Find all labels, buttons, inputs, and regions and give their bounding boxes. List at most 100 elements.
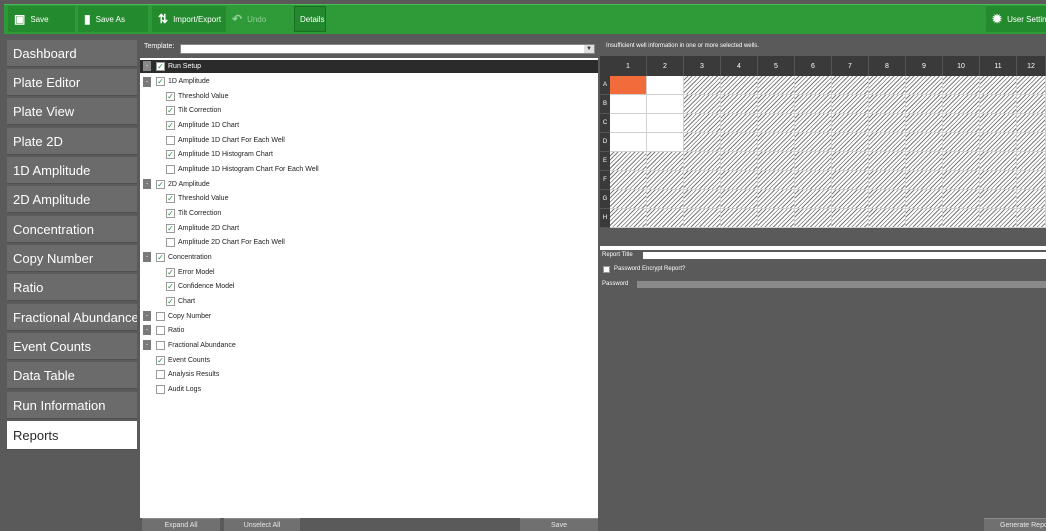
- plate-well[interactable]: [758, 114, 795, 133]
- plate-well[interactable]: [943, 152, 980, 171]
- plate-well[interactable]: [869, 171, 906, 190]
- plate-well[interactable]: [795, 76, 832, 95]
- plate-well[interactable]: [943, 76, 980, 95]
- checkbox-unchecked[interactable]: [156, 326, 165, 335]
- checkbox-checked[interactable]: ✓: [166, 150, 175, 159]
- plate-well[interactable]: [684, 114, 721, 133]
- checkbox-checked[interactable]: ✓: [156, 62, 165, 71]
- plate-well[interactable]: [906, 76, 943, 95]
- plate-well[interactable]: [832, 209, 869, 228]
- plate-well[interactable]: [906, 152, 943, 171]
- plate-well[interactable]: [795, 190, 832, 209]
- plate-well[interactable]: [832, 76, 869, 95]
- plate-well[interactable]: [610, 190, 647, 209]
- tree-item-analysis-results[interactable]: Analysis Results: [156, 368, 219, 381]
- nav-reports[interactable]: Reports: [7, 421, 137, 450]
- plate-well[interactable]: [1017, 152, 1046, 171]
- plate-well[interactable]: [721, 76, 758, 95]
- plate-well[interactable]: [758, 76, 795, 95]
- plate-well[interactable]: [943, 95, 980, 114]
- nav-data-table[interactable]: Data Table: [7, 362, 137, 389]
- row-header[interactable]: F: [600, 171, 610, 190]
- plate-well[interactable]: [647, 190, 684, 209]
- plate-well[interactable]: [684, 171, 721, 190]
- plate-well[interactable]: [721, 209, 758, 228]
- plate-well[interactable]: [906, 95, 943, 114]
- tree-item-amplitude-1d-histogram[interactable]: ✓ Amplitude 1D Histogram Chart: [166, 148, 273, 161]
- row-header[interactable]: B: [600, 95, 610, 114]
- plate-well[interactable]: [758, 152, 795, 171]
- tree-item-copy-number[interactable]: Copy Number: [156, 310, 211, 323]
- tree-item-run-setup[interactable]: - ✓ Run Setup: [140, 60, 598, 73]
- plate-well[interactable]: [832, 171, 869, 190]
- plate-well[interactable]: [832, 95, 869, 114]
- collapse-icon[interactable]: -: [143, 252, 151, 262]
- nav-dashboard[interactable]: Dashboard: [7, 40, 137, 67]
- plate-well[interactable]: [869, 95, 906, 114]
- plate-well[interactable]: [721, 95, 758, 114]
- plate-well[interactable]: [1017, 133, 1046, 152]
- plate-well[interactable]: [758, 95, 795, 114]
- checkbox-checked[interactable]: ✓: [156, 356, 165, 365]
- tree-item-error-model[interactable]: ✓ Error Model: [166, 266, 215, 279]
- tree-item-threshold-value[interactable]: ✓ Threshold Value: [166, 90, 228, 103]
- plate-well[interactable]: [610, 209, 647, 228]
- expand-icon[interactable]: -: [143, 340, 151, 350]
- plate-well[interactable]: [610, 133, 647, 152]
- row-header[interactable]: A: [600, 76, 610, 95]
- plate-well[interactable]: [1017, 171, 1046, 190]
- plate-well[interactable]: [832, 152, 869, 171]
- tree-item-amplitude-2d-chart-each[interactable]: Amplitude 2D Chart For Each Well: [166, 236, 285, 249]
- plate-well[interactable]: [1017, 114, 1046, 133]
- plate-well[interactable]: [980, 95, 1017, 114]
- tree-item-confidence-model[interactable]: ✓ Confidence Model: [166, 280, 234, 293]
- checkbox-checked[interactable]: ✓: [166, 106, 175, 115]
- plate-well[interactable]: [980, 171, 1017, 190]
- column-header[interactable]: 1: [610, 56, 647, 76]
- collapse-icon[interactable]: -: [143, 61, 151, 71]
- plate-well[interactable]: [684, 190, 721, 209]
- checkbox-checked[interactable]: ✓: [166, 282, 175, 291]
- plate-well[interactable]: [647, 76, 684, 95]
- row-header[interactable]: D: [600, 133, 610, 152]
- row-header[interactable]: H: [600, 209, 610, 228]
- row-header[interactable]: G: [600, 190, 610, 209]
- tree-item-amplitude-1d-chart-each[interactable]: Amplitude 1D Chart For Each Well: [166, 134, 285, 147]
- plate-well[interactable]: [647, 152, 684, 171]
- nav-event-counts[interactable]: Event Counts: [7, 333, 137, 360]
- plate-well[interactable]: [721, 152, 758, 171]
- column-header[interactable]: 7: [832, 56, 869, 76]
- template-select[interactable]: ▼: [180, 44, 595, 54]
- checkbox-checked[interactable]: ✓: [156, 77, 165, 86]
- checkbox-unchecked[interactable]: [156, 385, 165, 394]
- plate-well[interactable]: [980, 190, 1017, 209]
- plate-well[interactable]: [980, 114, 1017, 133]
- plate-well[interactable]: [647, 95, 684, 114]
- plate-scrollbar[interactable]: [600, 246, 1046, 250]
- plate-well[interactable]: [906, 190, 943, 209]
- checkbox-unchecked[interactable]: [166, 238, 175, 247]
- plate-well[interactable]: [684, 95, 721, 114]
- nav-2d-amplitude[interactable]: 2D Amplitude: [7, 186, 137, 213]
- tree-item-threshold-value-2d[interactable]: ✓ Threshold Value: [166, 192, 228, 205]
- column-header[interactable]: 3: [684, 56, 721, 76]
- plate-well[interactable]: [758, 171, 795, 190]
- tree-item-1d-amplitude[interactable]: ✓ 1D Amplitude: [156, 75, 210, 88]
- plate-well[interactable]: [795, 95, 832, 114]
- checkbox-unchecked[interactable]: [166, 136, 175, 145]
- checkbox-checked[interactable]: ✓: [166, 224, 175, 233]
- plate-well[interactable]: [758, 190, 795, 209]
- checkbox-checked[interactable]: ✓: [166, 121, 175, 130]
- plate-well[interactable]: [684, 76, 721, 95]
- expand-icon[interactable]: -: [143, 325, 151, 335]
- plate-well[interactable]: [795, 171, 832, 190]
- tree-item-concentration[interactable]: ✓ Concentration: [156, 251, 212, 264]
- plate-well[interactable]: [721, 190, 758, 209]
- collapse-icon[interactable]: -: [143, 77, 151, 87]
- plate-well[interactable]: [610, 95, 647, 114]
- column-header[interactable]: 2: [647, 56, 684, 76]
- checkbox-checked[interactable]: ✓: [156, 180, 165, 189]
- tree-item-fractional-abundance[interactable]: Fractional Abundance: [156, 339, 236, 352]
- plate-well[interactable]: [869, 76, 906, 95]
- plate-well[interactable]: [647, 133, 684, 152]
